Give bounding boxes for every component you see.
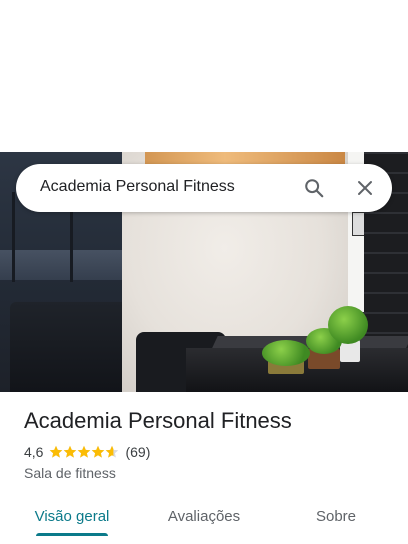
tab-reviews[interactable]: Avaliações — [152, 496, 256, 536]
star-icon — [106, 445, 119, 458]
place-name: Academia Personal Fitness — [24, 408, 292, 433]
top-blank-area — [0, 0, 408, 152]
tab-about[interactable]: Sobre — [296, 496, 376, 536]
search-input[interactable]: Academia Personal Fitness — [40, 178, 235, 196]
rating-row[interactable]: 4,6 (69) — [24, 444, 150, 460]
tab-overview[interactable]: Visão geral — [24, 496, 120, 536]
star-icon — [50, 445, 63, 458]
rating-value: 4,6 — [24, 444, 44, 460]
pole — [12, 192, 15, 282]
tab-bar: Visão geral Avaliações Sobre — [0, 496, 408, 544]
street-view-outside — [0, 250, 122, 280]
search-bar[interactable]: Academia Personal Fitness — [16, 164, 392, 212]
star-icon — [92, 445, 105, 458]
close-icon[interactable] — [351, 174, 379, 202]
review-count[interactable]: (69) — [125, 444, 150, 460]
pole — [70, 202, 73, 282]
plant — [328, 306, 368, 344]
search-icon[interactable] — [300, 174, 328, 202]
sofa — [10, 302, 122, 392]
plant — [262, 340, 310, 366]
star-rating — [49, 445, 119, 459]
place-category[interactable]: Sala de fitness — [24, 465, 116, 481]
active-tab-indicator — [36, 533, 108, 536]
star-icon — [78, 445, 91, 458]
star-icon — [64, 445, 77, 458]
